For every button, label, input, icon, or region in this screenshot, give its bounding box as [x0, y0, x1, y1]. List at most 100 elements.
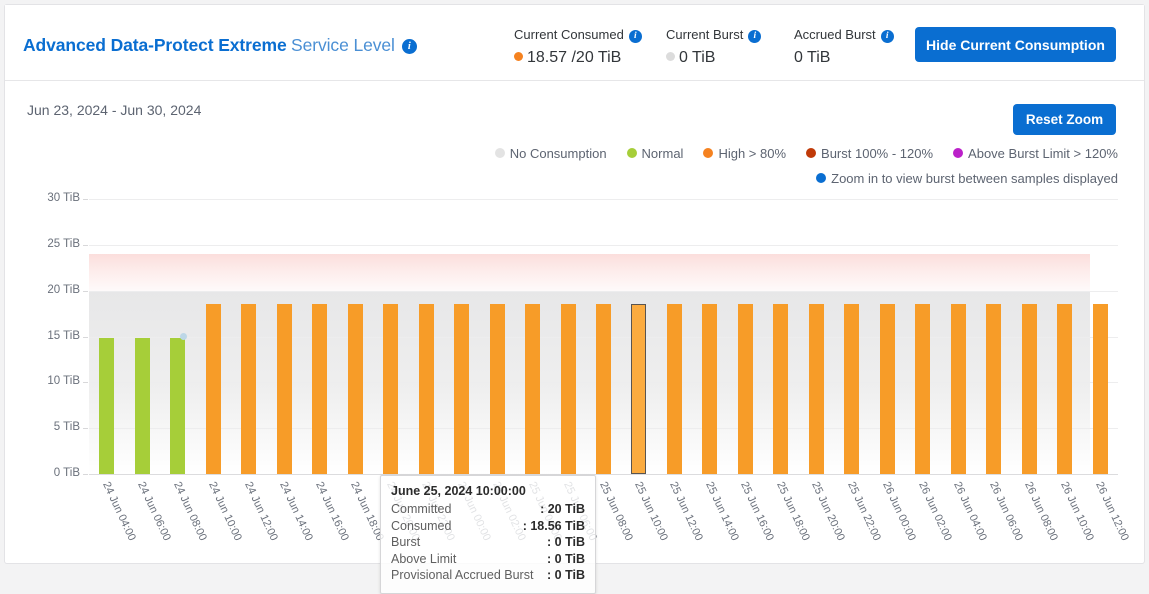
bar[interactable] [1057, 304, 1072, 474]
y-axis-tick-mark [83, 474, 88, 475]
bar[interactable] [170, 338, 185, 474]
bar-selected[interactable] [631, 304, 646, 474]
x-axis-tick-label: 26 Jun 04:00 [951, 480, 989, 543]
legend-label: No Consumption [510, 146, 607, 161]
info-icon[interactable]: i [402, 39, 417, 54]
x-axis-tick-label: 24 Jun 16:00 [313, 480, 351, 543]
bar[interactable] [348, 304, 363, 474]
legend-item-0[interactable]: No Consumption [495, 146, 607, 161]
legend-swatch-icon [703, 148, 713, 158]
bar[interactable] [596, 304, 611, 474]
x-axis-tick-label: 24 Jun 06:00 [135, 480, 173, 543]
x-axis-tick-label: 25 Jun 22:00 [845, 480, 883, 543]
bar[interactable] [277, 304, 292, 474]
legend-row-primary: No Consumption Normal High > 80% Burst 100%… [5, 145, 1118, 163]
x-axis-tick-label: 24 Jun 14:00 [277, 480, 315, 543]
x-axis-tick-label: 26 Jun 10:00 [1058, 480, 1096, 543]
legend-swatch-icon [627, 148, 637, 158]
legend-label: High > 80% [718, 146, 786, 161]
tooltip-value: : 18.56 TiB [523, 518, 585, 535]
tooltip-row: Committed : 20 TiB [391, 501, 585, 518]
bar[interactable] [525, 304, 540, 474]
bar[interactable] [773, 304, 788, 474]
legend-row-secondary: Zoom in to view burst between samples di… [5, 170, 1118, 188]
bar[interactable] [312, 304, 327, 474]
date-range-label: Jun 23, 2024 - Jun 30, 2024 [27, 102, 201, 118]
tooltip-spacer [533, 567, 545, 584]
x-axis-tick-label: 26 Jun 08:00 [1022, 480, 1060, 543]
x-axis-tick-label: 26 Jun 06:00 [987, 480, 1025, 543]
info-icon[interactable]: i [881, 30, 894, 43]
x-axis-tick-label: 25 Jun 08:00 [597, 480, 635, 543]
info-icon[interactable]: i [748, 30, 761, 43]
y-axis-tick-label: 5 TiB [54, 421, 80, 433]
bar[interactable] [738, 304, 753, 474]
consumption-chart: 0 TiB5 TiB10 TiB15 TiB20 TiB25 TiB30 TiB… [5, 190, 1144, 565]
chart-tooltip: June 25, 2024 10:00:00 Committed: 20 TiB… [380, 475, 596, 594]
bar[interactable] [99, 338, 114, 474]
gridline [89, 245, 1118, 246]
legend-item-3[interactable]: Burst 100% - 120% [806, 146, 933, 161]
tooltip-value: : 20 TiB [540, 501, 585, 518]
metric-label-text: Current Consumed [514, 27, 624, 42]
bar[interactable] [490, 304, 505, 474]
tooltip-row: Burst: 0 TiB [391, 534, 585, 551]
metric-label: Accrued Burst i [794, 27, 894, 43]
hide-current-consumption-button[interactable]: Hide Current Consumption [915, 27, 1116, 62]
bar[interactable] [241, 304, 256, 474]
bar[interactable] [844, 304, 859, 474]
reset-zoom-button[interactable]: Reset Zoom [1013, 104, 1116, 135]
bar[interactable] [880, 304, 895, 474]
legend-label: Normal [642, 146, 684, 161]
y-axis-tick-mark [83, 245, 88, 246]
burst-marker-icon[interactable] [180, 333, 187, 340]
plot-area [89, 199, 1118, 474]
y-axis-tick-label: 10 TiB [47, 375, 80, 387]
legend-item-4[interactable]: Above Burst Limit > 120% [953, 146, 1118, 161]
tooltip-key: Consumed [391, 518, 451, 535]
bar[interactable] [951, 304, 966, 474]
status-dot [514, 52, 523, 61]
bar[interactable] [915, 304, 930, 474]
legend-label: Burst 100% - 120% [821, 146, 933, 161]
bar[interactable] [1093, 304, 1108, 474]
bar[interactable] [809, 304, 824, 474]
legend-swatch-icon [953, 148, 963, 158]
x-axis-tick-label: 25 Jun 10:00 [632, 480, 670, 543]
y-axis-tick-label: 30 TiB [47, 192, 80, 204]
metric-value-text: 0 TiB [679, 49, 715, 66]
y-axis-tick-label: 25 TiB [47, 238, 80, 250]
legend-note-0[interactable]: Zoom in to view burst between samples di… [816, 171, 1118, 186]
legend-label: Zoom in to view burst between samples di… [831, 171, 1118, 186]
bar[interactable] [1022, 304, 1037, 474]
tooltip-rows: Committed : 20 TiB Consumed : 18.56 TiBBurs… [391, 501, 585, 584]
y-axis-tick-label: 20 TiB [47, 284, 80, 296]
legend-item-2[interactable]: High > 80% [703, 146, 786, 161]
x-axis-tick-label: 24 Jun 08:00 [171, 480, 209, 543]
bar[interactable] [702, 304, 717, 474]
metric-value: 18.57 /20 TiB [514, 49, 642, 67]
bar[interactable] [206, 304, 221, 474]
x-axis-line [89, 474, 1118, 475]
x-axis-tick-label: 24 Jun 12:00 [242, 480, 280, 543]
bar[interactable] [419, 304, 434, 474]
tooltip-value: : 0 TiB [547, 534, 585, 551]
bar[interactable] [667, 304, 682, 474]
bar[interactable] [561, 304, 576, 474]
tooltip-row: Above Limit: 0 TiB [391, 551, 585, 568]
metric-value-text: 18.57 /20 TiB [527, 49, 621, 66]
bar[interactable] [454, 304, 469, 474]
legend-label: Above Burst Limit > 120% [968, 146, 1118, 161]
bar[interactable] [986, 304, 1001, 474]
y-axis-tick-mark [83, 337, 88, 338]
tooltip-key: Committed [391, 501, 451, 518]
bar[interactable] [383, 304, 398, 474]
metric-value-text: 0 TiB [794, 49, 830, 66]
x-axis-tick-label: 24 Jun 10:00 [206, 480, 244, 543]
legend-item-1[interactable]: Normal [627, 146, 684, 161]
bar[interactable] [135, 338, 150, 474]
x-axis-tick-label: 26 Jun 02:00 [916, 480, 954, 543]
info-icon[interactable]: i [629, 30, 642, 43]
metric-label-text: Accrued Burst [794, 27, 876, 42]
x-axis-tick-label: 25 Jun 16:00 [739, 480, 777, 543]
